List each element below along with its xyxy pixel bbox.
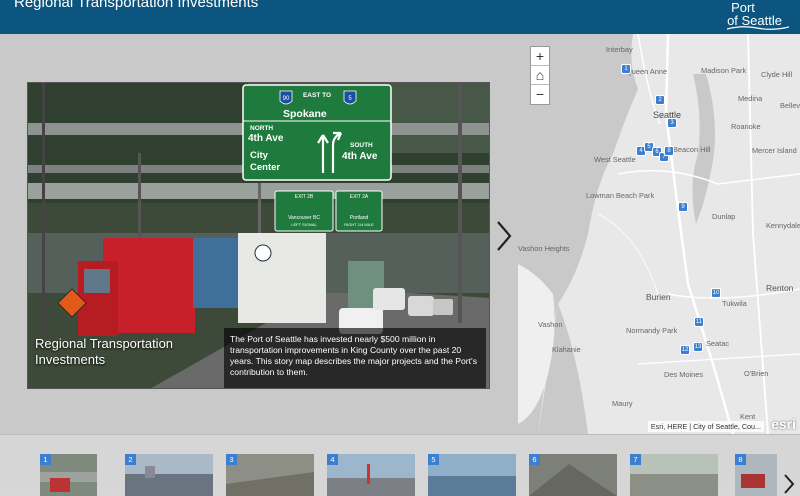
map-pin[interactable]: 8 [664,146,674,158]
svg-text:City: City [250,150,269,161]
map-pin[interactable]: 2 [655,95,665,107]
thumbnail-5[interactable]: 5 [428,454,516,496]
place-label: Des Moines [664,370,704,379]
port-of-seattle-logo[interactable]: Port of Seattle [727,1,790,30]
place-label: Vashon Heights [518,244,570,253]
thumbnail-strip: 1 2 3 4 5 6 7 8 [0,434,800,496]
place-label: Kennydale [766,221,800,230]
map-pin[interactable]: 13 [693,342,703,354]
thumbnail-8[interactable]: 8 [735,454,777,496]
place-label: Interbay [606,45,633,54]
page-title: Regional Transportation Investments [14,0,259,11]
place-label: Medina [738,94,763,103]
sign-vancouver: Vancouver BC [288,215,320,221]
zoom-in-button[interactable]: + [531,47,549,66]
place-label: Beacon Hill [673,145,711,154]
place-label: Mercer Island [752,146,797,155]
sign-shield-90: 90 [283,96,290,102]
place-label: Queen Anne [626,67,668,76]
caption-panel: The Port of Seattle has invested nearly … [224,328,486,388]
place-label: Bellevue [780,101,800,110]
place-label: Dunlap [712,212,736,221]
place-label: Clyde Hill [761,70,793,79]
thumbnail-7[interactable]: 7 [630,454,718,496]
place-label: Burien [646,292,671,302]
map-pin[interactable]: 3 [667,118,677,130]
map-pin[interactable]: 1 [621,64,631,76]
sign-left-lane: LEFT SIGNAL [291,222,317,227]
sign-right-lane: RIGHT 1/4 MILE [344,222,374,227]
place-label: Klahanie [552,345,581,354]
thumbnail-4[interactable]: 4 [327,454,415,496]
map-pin[interactable]: 11 [694,317,704,329]
esri-logo: esri [771,416,796,432]
map-attribution[interactable]: Esri, HERE | City of Seattle, Cou... [647,421,764,432]
app-header: Regional Transportation Investments Port… [0,0,800,34]
place-label: Lowman Beach Park [586,191,655,200]
logo-wave-icon [727,26,790,30]
map-pin[interactable]: 10 [711,288,721,300]
thumbnail-6[interactable]: 6 [529,454,617,496]
map-pin[interactable]: 12 [680,345,690,357]
place-label: Normandy Park [626,326,678,335]
slide-description: The Port of Seattle has invested nearly … [230,334,477,377]
sign-exit-2a: EXIT 2A [350,194,369,200]
sign-4th-ave-right: 4th Ave [342,151,378,162]
sign-north: NORTH [250,125,273,132]
sign-south: SOUTH [350,142,373,149]
place-label: Maury [612,399,633,408]
slide-title: Regional Transportation Investments [35,336,174,367]
map-panel[interactable]: + ⌂ − Interbay Queen Anne Madison Park C… [518,34,800,434]
place-label: West Seattle [594,155,636,164]
slide-photo: 90 EAST TO 5 Spokane NORTH 4th Ave City … [27,82,490,389]
sign-portland: Portland [350,215,369,221]
sign-east-to: EAST TO [303,92,331,99]
sign-spokane: Spokane [283,108,327,120]
place-label: Roanoke [731,122,761,131]
thumbnail-3[interactable]: 3 [226,454,314,496]
place-label: Vashon [538,320,563,329]
place-label: Madison Park [701,66,747,75]
home-button[interactable]: ⌂ [531,66,549,85]
place-label: Kent [740,412,756,421]
next-slide-chevron-icon[interactable] [492,218,516,254]
sign-4th-ave-left: 4th Ave [248,133,284,144]
thumbnail-next-chevron-icon[interactable] [782,473,796,495]
place-label: O'Brien [744,369,769,378]
zoom-out-button[interactable]: − [531,85,549,104]
svg-text:Center: Center [250,162,280,173]
place-label: Tukwila [722,299,747,308]
thumbnail-2[interactable]: 2 [125,454,213,496]
place-label: Renton [766,283,794,293]
thumbnail-1[interactable]: 1 [40,454,97,496]
map-pin[interactable]: 9 [678,202,688,214]
media-stage: 90 EAST TO 5 Spokane NORTH 4th Ave City … [0,34,518,434]
zoom-control: + ⌂ − [530,46,550,105]
sign-exit-2b: EXIT 2B [295,194,314,200]
place-label: Seatac [706,339,730,348]
